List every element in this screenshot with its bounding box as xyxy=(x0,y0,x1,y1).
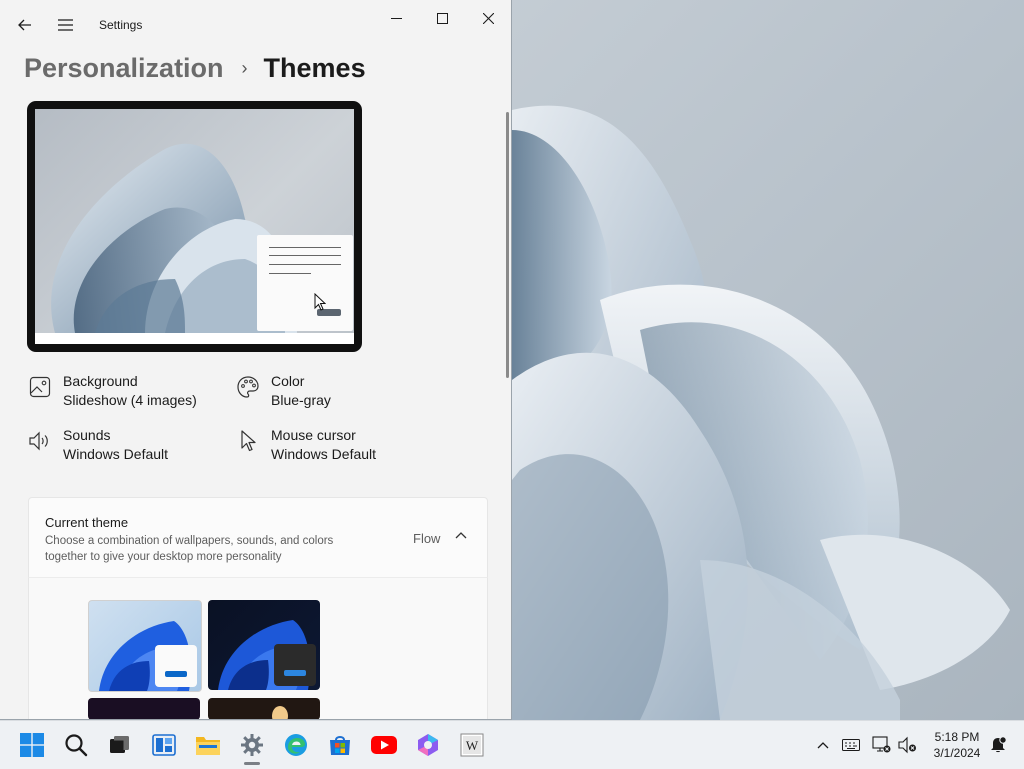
svg-text:W: W xyxy=(466,738,479,753)
scrollbar-thumb[interactable] xyxy=(506,112,509,378)
dark-theme-window-sample xyxy=(274,644,316,686)
volume-button[interactable] xyxy=(898,735,918,755)
maximize-button[interactable] xyxy=(420,4,464,32)
dark-theme-thumbnail[interactable] xyxy=(208,600,320,690)
color-setting[interactable]: Color Blue-gray xyxy=(235,372,331,410)
widgets-icon xyxy=(152,734,176,756)
close-icon xyxy=(482,12,494,24)
wikipedia-icon: W xyxy=(460,733,484,757)
task-view-button[interactable] xyxy=(104,729,136,761)
mouse-cursor-icon xyxy=(235,428,261,454)
edge-button[interactable] xyxy=(280,729,312,761)
network-status-button[interactable] xyxy=(872,735,892,755)
app-title: Settings xyxy=(99,18,143,32)
background-value: Slideshow (4 images) xyxy=(63,392,197,408)
sounds-value: Windows Default xyxy=(63,446,169,462)
preview-text-line xyxy=(269,264,341,265)
preview-text-line xyxy=(269,273,311,274)
preview-window-sample xyxy=(257,235,353,331)
close-button[interactable] xyxy=(466,4,510,32)
copilot-icon xyxy=(418,734,438,756)
color-label: Color xyxy=(271,373,305,389)
preview-cursor-icon xyxy=(314,293,326,311)
folder-icon xyxy=(196,737,220,755)
keyboard-icon xyxy=(842,739,860,751)
sounds-setting[interactable]: Sounds Windows Default xyxy=(27,426,168,464)
mouse-cursor-setting[interactable]: Mouse cursor Windows Default xyxy=(235,426,376,464)
copilot-button[interactable] xyxy=(412,729,444,761)
mouse-cursor-value: Windows Default xyxy=(271,446,377,462)
chevron-up-icon xyxy=(817,742,829,749)
mouse-cursor-label: Mouse cursor xyxy=(271,427,356,443)
preview-taskbar xyxy=(35,333,354,344)
back-button[interactable] xyxy=(12,12,38,38)
light-theme-window-sample xyxy=(155,645,197,687)
preview-text-line xyxy=(269,247,341,248)
color-value: Blue-gray xyxy=(271,392,331,408)
current-theme-value: Flow xyxy=(413,531,441,546)
notification-bell-icon xyxy=(991,736,1007,753)
taskbar: W 5:18 PM 3/1/2024 xyxy=(0,720,1024,769)
youtube-button[interactable] xyxy=(368,729,400,761)
current-theme-description: Choose a combination of wallpapers, soun… xyxy=(45,535,334,563)
speaker-icon xyxy=(27,428,53,454)
background-label: Background xyxy=(63,373,138,389)
title-bar: Settings xyxy=(0,0,511,48)
sounds-label: Sounds xyxy=(63,427,111,443)
microsoft-store-button[interactable] xyxy=(324,729,356,761)
network-disconnected-icon xyxy=(872,736,891,753)
captured-motion-image xyxy=(272,706,288,719)
settings-window: Settings Personalization › Themes Backgr… xyxy=(0,0,512,720)
show-hidden-icons-button[interactable] xyxy=(813,735,833,755)
youtube-icon xyxy=(371,736,397,754)
file-explorer-button[interactable] xyxy=(192,729,224,761)
search-button[interactable] xyxy=(60,729,92,761)
page-title: Themes xyxy=(263,52,366,83)
store-bag-icon xyxy=(330,736,350,755)
hamburger-menu-icon xyxy=(57,19,73,31)
image-icon xyxy=(27,374,53,400)
gear-icon xyxy=(241,734,263,756)
navigation-menu-button[interactable] xyxy=(52,12,78,38)
clock-time: 5:18 PM xyxy=(934,730,980,744)
breadcrumb: Personalization › Themes xyxy=(24,48,366,88)
volume-muted-icon xyxy=(898,736,916,754)
clock-date: 3/1/2024 xyxy=(933,746,981,760)
current-theme-expander[interactable]: Current theme Choose a combination of wa… xyxy=(28,497,488,579)
breadcrumb-personalization[interactable]: Personalization xyxy=(24,53,224,84)
breadcrumb-chevron-icon: › xyxy=(241,57,248,78)
start-button[interactable] xyxy=(16,729,48,761)
windows-logo-icon xyxy=(20,733,44,757)
edge-browser-icon xyxy=(285,734,307,756)
maximize-icon xyxy=(436,12,448,24)
back-arrow-icon xyxy=(18,19,31,31)
task-view-icon xyxy=(110,736,129,753)
minimize-button[interactable] xyxy=(374,4,418,32)
light-theme-thumbnail[interactable] xyxy=(88,600,202,692)
widgets-button[interactable] xyxy=(148,729,180,761)
preview-wallpaper xyxy=(35,109,354,333)
palette-icon xyxy=(235,374,261,400)
search-icon xyxy=(65,734,88,757)
captured-motion-theme-thumbnail[interactable] xyxy=(208,698,320,719)
current-theme-title: Current theme xyxy=(45,515,129,530)
minimize-icon xyxy=(390,17,402,19)
settings-taskbar-button[interactable] xyxy=(236,729,268,765)
keyboard-button[interactable] xyxy=(841,735,861,755)
preview-text-line xyxy=(269,255,341,256)
theme-preview xyxy=(27,101,362,352)
glow-theme-thumbnail[interactable] xyxy=(88,698,200,719)
clock[interactable]: 5:18 PM 3/1/2024 xyxy=(926,729,988,761)
notifications-button[interactable] xyxy=(988,735,1008,755)
chevron-up-icon[interactable] xyxy=(455,531,467,539)
background-setting[interactable]: Background Slideshow (4 images) xyxy=(27,372,197,410)
wikipedia-button[interactable]: W xyxy=(456,729,488,761)
